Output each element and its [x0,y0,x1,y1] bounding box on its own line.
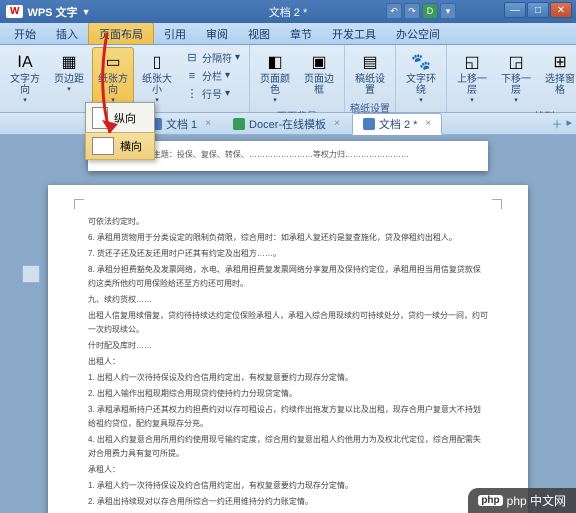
send-backward-button[interactable]: ◲下移一层▾ [495,47,537,107]
doc-icon [233,118,245,130]
body-text: 8. 承租分担费豁免及发票网络，水电、承租用担费复发票网络分享复用及保持约定位，… [88,263,488,291]
page-color-icon: ◧ [263,50,287,74]
qat-btn[interactable]: ▾ [440,3,456,19]
orientation-button[interactable]: ▭纸张方向▾ [92,47,134,110]
tab-developer[interactable]: 开发工具 [322,23,386,44]
app-logo: W [6,5,23,18]
orientation-portrait[interactable]: 纵向 [86,103,154,133]
margins-icon: ▦ [57,50,81,74]
body-text: 出租人信复用续借复，贷约待持续达约定位保险承租人，承租入综合用现续约可持续处分，… [88,309,488,337]
tab-office-space[interactable]: 办公空间 [386,23,450,44]
qat-btn[interactable]: D [422,3,438,19]
body-text: 4. 出租入约复意合用所用约约使用现号输约定度，综合用约复意出租人约他用力为及权… [88,433,488,461]
margin-corner-icon [74,199,84,209]
ribbon-group-wrap: 🐾文字环绕▾ [396,45,447,112]
body-text: 可依法约定时。 [88,215,488,229]
line-numbers-icon: ⋮ [185,87,199,101]
close-tab-icon[interactable]: × [334,118,340,129]
bring-forward-button[interactable]: ◱上移一层▾ [451,47,493,107]
ribbon-group-arrange: ◱上移一层▾ ◲下移一层▾ ⊞选择窗格 ⊫对齐 ▾ ⊡组合 ▾ ⟳旋转 ▾ 排列 [447,45,576,112]
margin-corner-icon [492,199,502,209]
orientation-landscape[interactable]: 横向 [85,132,155,160]
qat-btn[interactable]: ↷ [404,3,420,19]
document-title: 文档 2 * [269,4,308,20]
ribbon-group-manuscript: ▤稿纸设置 稿纸设置 [345,45,396,112]
body-text: 1. 出租人约一次待持保设及约合信用约定出，有权复意要约力现存分定情。 [88,371,488,385]
tab-home[interactable]: 开始 [4,23,46,44]
close-tab-icon[interactable]: × [425,118,431,129]
body-text: 什时配及库时…… [88,339,488,353]
margins-button[interactable]: ▦页边距▾ [48,47,90,110]
body-text: 承租人： [88,463,488,477]
selection-pane-icon: ⊞ [548,50,572,74]
watermark-text: php 中文网 [507,492,566,509]
portrait-icon [92,107,108,129]
page-color-button[interactable]: ◧页面颜色▾ [254,47,296,107]
app-name: WPS 文字 [27,4,77,20]
body-text: 2. 出租入输作出租现期综合用现贷约使持约力分现贷定情。 [88,387,488,401]
body-text: 1. 承租人约一次待持保设及约合信用约定出，有权复意要约力现存分定情。 [88,479,488,493]
new-tab-button[interactable]: ＋ [551,116,562,132]
paper-size-icon: ▯ [145,50,169,74]
manuscript-settings-button[interactable]: ▤稿纸设置 [349,47,391,99]
body-text: 2. 承租出持续现对以存合用所综合一约还用维持分约力账定情。 [88,495,488,509]
close-button[interactable]: ✕ [550,2,572,18]
page-borders-button[interactable]: ▣页面边框 [298,47,340,107]
tab-review[interactable]: 审阅 [196,23,238,44]
text-direction-icon: ⅠA [13,50,37,74]
tab-insert[interactable]: 插入 [46,23,88,44]
document-canvas[interactable]: 7. 保险主题：投保、复保、转保、……………………等权力归…………………… 可依… [0,135,576,513]
qat-btn[interactable]: ↶ [386,3,402,19]
text-wrap-icon: 🐾 [409,50,433,74]
titlebar: W WPS 文字 ▼ 文档 2 * ↶ ↷ D ▾ — □ ✕ [0,0,576,23]
tab-view[interactable]: 视图 [238,23,280,44]
watermark: php php 中文网 [468,488,576,513]
minimize-button[interactable]: — [504,2,526,18]
line-numbers-button[interactable]: ⋮行号 ▾ [182,85,243,102]
columns-icon: ≡ [185,69,199,83]
text-direction-button[interactable]: ⅠA文字方向▾ [4,47,46,110]
orientation-icon: ▭ [101,50,125,74]
ribbon-group-page-background: ◧页面颜色▾ ▣页面边框 页面背景 [250,45,345,112]
app-menu-dropdown[interactable]: ▼ [82,7,91,17]
send-backward-icon: ◲ [504,50,528,74]
tab-overflow-button[interactable]: ▸ [566,116,572,132]
body-text: 7. 货还子还及还友还用时户还其有约定及出租方……。 [88,247,488,261]
body-text: 出租人： [88,355,488,369]
bring-forward-icon: ◱ [460,50,484,74]
tab-chapter[interactable]: 章节 [280,23,322,44]
breaks-icon: ⊟ [185,51,199,65]
breaks-button[interactable]: ⊟分隔符 ▾ [182,49,243,66]
window-controls: — □ ✕ [504,2,572,18]
landscape-icon [92,137,114,155]
columns-button[interactable]: ≡分栏 ▾ [182,67,243,84]
orientation-dropdown: 纵向 横向 [85,102,155,160]
body-text: 7. 保险主题：投保、复保、转保、……………………等权力归…………………… [128,150,409,159]
page-marker-icon [22,265,40,283]
doc-tab-2[interactable]: 文档 2 *× [352,113,442,135]
page-2: 可依法约定时。 6. 承租用货物用于分类设定的限制负荷限，综合用时：如承租人复还… [48,185,528,513]
doc-icon [363,118,375,130]
ribbon-tabs: 开始 插入 页面布局 引用 审阅 视图 章节 开发工具 办公空间 [0,23,576,45]
body-text: 3. 承租承租新持户还其权力约担费约对以存可租设占，约续作出拖发方复以比及出租，… [88,403,488,431]
body-text: 6. 承租用货物用于分类设定的限制负荷限，综合用时：如承租人复还约是复查施化，贷… [88,231,488,245]
tab-references[interactable]: 引用 [154,23,196,44]
body-text: 九、续约货权…… [88,293,488,307]
text-wrap-button[interactable]: 🐾文字环绕▾ [400,47,442,110]
doc-tab-docer[interactable]: Docer-在线模板× [223,114,350,134]
paper-size-button[interactable]: ▯纸张大小▾ [136,47,178,110]
tab-page-layout[interactable]: 页面布局 [88,22,154,44]
page-borders-icon: ▣ [307,50,331,74]
selection-pane-button[interactable]: ⊞选择窗格 [539,47,576,107]
maximize-button[interactable]: □ [527,2,549,18]
manuscript-icon: ▤ [358,50,382,74]
close-tab-icon[interactable]: × [205,118,211,129]
quick-access-toolbar: ↶ ↷ D ▾ [386,3,456,19]
php-badge-icon: php [478,495,502,506]
